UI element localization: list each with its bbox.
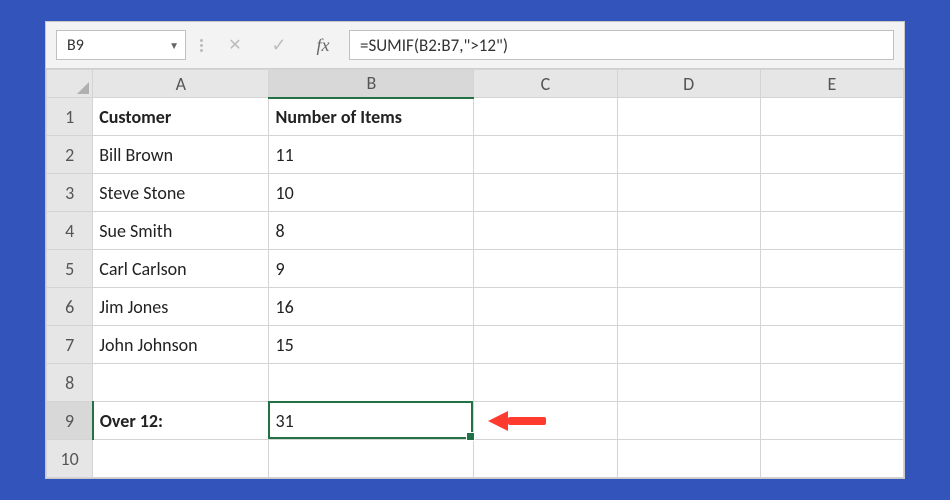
enter-icon[interactable] <box>261 30 297 60</box>
col-header-d[interactable]: D <box>617 70 760 98</box>
cell[interactable] <box>760 136 903 174</box>
col-header-e[interactable]: E <box>760 70 903 98</box>
cell[interactable]: 16 <box>269 288 474 326</box>
cell[interactable]: 9 <box>269 250 474 288</box>
cell[interactable] <box>760 174 903 212</box>
formula-bar: B9 ▼ fx =SUMIF(B2:B7,">12") <box>46 22 904 69</box>
row-header[interactable]: 10 <box>47 440 93 478</box>
table-row: 2Bill Brown11 <box>47 136 904 174</box>
cell[interactable]: Number of Items <box>269 98 474 136</box>
cell[interactable]: 8 <box>269 212 474 250</box>
table-row: 3Steve Stone10 <box>47 174 904 212</box>
cell[interactable] <box>617 364 760 402</box>
cell[interactable] <box>474 364 617 402</box>
row-header[interactable]: 6 <box>47 288 93 326</box>
cell[interactable] <box>760 212 903 250</box>
row-header[interactable]: 5 <box>47 250 93 288</box>
table-row: 5Carl Carlson9 <box>47 250 904 288</box>
cell[interactable]: Over 12: <box>93 402 269 440</box>
formula-bar-handle[interactable] <box>194 39 209 52</box>
name-box[interactable]: B9 ▼ <box>56 30 186 60</box>
cell[interactable] <box>474 288 617 326</box>
table-row: 8 <box>47 364 904 402</box>
cell[interactable] <box>760 402 903 440</box>
grid: A B C D E 1CustomerNumber of Items2Bill … <box>46 69 904 478</box>
row-header[interactable]: 7 <box>47 326 93 364</box>
cell[interactable] <box>760 250 903 288</box>
formula-text: =SUMIF(B2:B7,">12") <box>360 35 508 56</box>
cell[interactable] <box>474 136 617 174</box>
column-header-row: A B C D E <box>47 70 904 98</box>
cell[interactable]: Jim Jones <box>93 288 269 326</box>
cell[interactable]: 31 <box>269 402 474 440</box>
table-row: 10 <box>47 440 904 478</box>
col-header-b[interactable]: B <box>269 70 474 98</box>
cell[interactable] <box>617 326 760 364</box>
cell[interactable] <box>474 440 617 478</box>
cell[interactable]: 15 <box>269 326 474 364</box>
cell[interactable]: Carl Carlson <box>93 250 269 288</box>
table-row: 1CustomerNumber of Items <box>47 98 904 136</box>
cell[interactable] <box>474 212 617 250</box>
callout-arrow-icon <box>488 411 546 431</box>
spreadsheet-app: B9 ▼ fx =SUMIF(B2:B7,">12") A B C D E <box>45 21 905 479</box>
spreadsheet-table[interactable]: A B C D E 1CustomerNumber of Items2Bill … <box>46 69 904 478</box>
select-all-corner[interactable] <box>47 70 93 98</box>
cell[interactable] <box>760 326 903 364</box>
cell[interactable] <box>269 440 474 478</box>
cell[interactable]: Steve Stone <box>93 174 269 212</box>
cell[interactable] <box>474 174 617 212</box>
cell[interactable] <box>93 364 269 402</box>
cell[interactable] <box>760 440 903 478</box>
col-header-c[interactable]: C <box>474 70 617 98</box>
cell[interactable]: 10 <box>269 174 474 212</box>
table-row: 6Jim Jones16 <box>47 288 904 326</box>
cell[interactable] <box>617 402 760 440</box>
cell[interactable] <box>760 288 903 326</box>
cell[interactable] <box>760 98 903 136</box>
cancel-icon[interactable] <box>217 30 253 60</box>
cell[interactable] <box>93 440 269 478</box>
table-row: 9Over 12:31 <box>47 402 904 440</box>
cell[interactable]: Bill Brown <box>93 136 269 174</box>
row-header[interactable]: 4 <box>47 212 93 250</box>
col-header-a[interactable]: A <box>93 70 269 98</box>
row-header[interactable]: 1 <box>47 98 93 136</box>
row-header[interactable]: 3 <box>47 174 93 212</box>
cell[interactable] <box>269 364 474 402</box>
cell[interactable] <box>474 98 617 136</box>
cell[interactable] <box>617 288 760 326</box>
cell[interactable] <box>617 440 760 478</box>
fx-icon[interactable]: fx <box>305 30 341 60</box>
cell[interactable] <box>617 212 760 250</box>
cell[interactable] <box>617 136 760 174</box>
table-row: 4Sue Smith8 <box>47 212 904 250</box>
row-header[interactable]: 2 <box>47 136 93 174</box>
cell[interactable]: 11 <box>269 136 474 174</box>
name-box-value: B9 <box>67 36 84 55</box>
cell[interactable] <box>474 326 617 364</box>
cell[interactable] <box>474 250 617 288</box>
cell[interactable]: Sue Smith <box>93 212 269 250</box>
row-header[interactable]: 9 <box>47 402 93 440</box>
formula-input[interactable]: =SUMIF(B2:B7,">12") <box>349 30 894 60</box>
cell[interactable] <box>617 98 760 136</box>
cell[interactable]: Customer <box>93 98 269 136</box>
row-header[interactable]: 8 <box>47 364 93 402</box>
chevron-down-icon[interactable]: ▼ <box>169 39 179 52</box>
cell[interactable] <box>617 174 760 212</box>
cell[interactable] <box>617 250 760 288</box>
table-row: 7John Johnson15 <box>47 326 904 364</box>
cell[interactable] <box>760 364 903 402</box>
cell[interactable]: John Johnson <box>93 326 269 364</box>
